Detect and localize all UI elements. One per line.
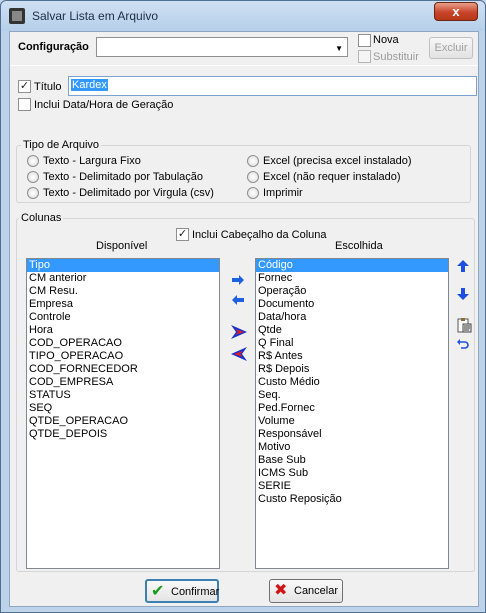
list-item[interactable]: SEQ xyxy=(27,402,219,415)
config-combo[interactable]: ▼ xyxy=(96,37,348,57)
app-icon xyxy=(9,8,25,24)
list-item[interactable]: Base Sub xyxy=(256,454,448,467)
list-item[interactable]: COD_EMPRESA xyxy=(27,376,219,389)
nova-label: Nova xyxy=(373,34,399,46)
radio-excel-instalado[interactable] xyxy=(247,155,259,167)
move-all-left-icon[interactable] xyxy=(230,345,247,361)
nova-checkbox[interactable] xyxy=(358,34,371,47)
list-item[interactable]: R$ Depois xyxy=(256,363,448,376)
undo-icon[interactable] xyxy=(456,338,472,354)
inclui-cabecalho-checkbox[interactable]: ✓ xyxy=(176,228,189,241)
list-item[interactable]: SERIE xyxy=(256,480,448,493)
escolhida-label: Escolhida xyxy=(335,240,383,252)
titulo-checkbox[interactable]: ✓ xyxy=(18,80,31,93)
list-item[interactable]: Qtde xyxy=(256,324,448,337)
move-all-right-icon[interactable] xyxy=(230,323,247,339)
tipo-arquivo-title: Tipo de Arquivo xyxy=(21,139,102,151)
substituir-checkbox[interactable] xyxy=(358,50,371,63)
radio-label-excel-instalado: Excel (precisa excel instalado) xyxy=(263,155,412,167)
list-item[interactable]: R$ Antes xyxy=(256,350,448,363)
list-item[interactable]: Volume xyxy=(256,415,448,428)
inclui-cabecalho-label: Inclui Cabeçalho da Coluna xyxy=(192,229,327,241)
radio-label-texto-csv: Texto - Delimitado por Virgula (csv) xyxy=(43,187,214,199)
titulo-input[interactable]: Kardex xyxy=(68,76,477,96)
list-item[interactable]: Custo Reposição xyxy=(256,493,448,506)
disponivel-label: Disponível xyxy=(96,240,148,252)
chevron-down-icon: ▼ xyxy=(335,44,343,53)
dialog-window: Salvar Lista em Arquivo x Configuração ▼… xyxy=(0,0,486,613)
disponivel-list[interactable]: Tipo CM anterior CM Resu. Empresa Controle Ho… xyxy=(26,258,220,569)
substituir-label: Substituir xyxy=(373,51,419,63)
list-item[interactable]: COD_OPERACAO xyxy=(27,337,219,350)
list-item[interactable]: Fornec xyxy=(256,272,448,285)
list-item[interactable]: QTDE_OPERACAO xyxy=(27,415,219,428)
escolhida-list[interactable]: Código Fornec Operação Documento Data/hora Qt… xyxy=(255,258,449,569)
config-label: Configuração xyxy=(18,41,89,53)
move-down-icon[interactable] xyxy=(456,287,472,303)
titulo-label: Título xyxy=(34,81,62,93)
cancelar-label: Cancelar xyxy=(294,585,339,597)
list-item[interactable]: CM Resu. xyxy=(27,285,219,298)
list-item[interactable]: Responsável xyxy=(256,428,448,441)
list-item[interactable]: Tipo xyxy=(27,259,219,272)
list-item[interactable]: CM anterior xyxy=(27,272,219,285)
close-x-icon: ✖ xyxy=(274,582,288,599)
title-bar[interactable]: Salvar Lista em Arquivo x xyxy=(1,1,485,31)
confirmar-label: Confirmar xyxy=(171,586,220,598)
radio-excel-nao-requer[interactable] xyxy=(247,171,259,183)
checkmark-icon: ✔ xyxy=(151,583,165,600)
clipboard-icon[interactable] xyxy=(456,317,472,333)
list-item[interactable]: Ped.Fornec xyxy=(256,402,448,415)
radio-imprimir[interactable] xyxy=(247,187,259,199)
move-left-icon[interactable] xyxy=(230,292,246,308)
radio-label-texto-tabulacao: Texto - Delimitado por Tabulação xyxy=(43,171,203,183)
list-item[interactable]: COD_FORNECEDOR xyxy=(27,363,219,376)
list-item[interactable]: Data/hora xyxy=(256,311,448,324)
close-button[interactable]: x xyxy=(434,2,478,21)
inclui-data-label: Inclui Data/Hora de Geração xyxy=(34,99,174,111)
colunas-title: Colunas xyxy=(19,212,64,224)
list-item[interactable]: QTDE_DEPOIS xyxy=(27,428,219,441)
dialog-client: Configuração ▼ Nova Substituir Excluir ✓… xyxy=(9,31,479,607)
radio-label-excel-nao-requer: Excel (não requer instalado) xyxy=(263,171,401,183)
separator xyxy=(10,65,478,66)
list-item[interactable]: Operação xyxy=(256,285,448,298)
inclui-data-checkbox[interactable] xyxy=(18,98,31,111)
cancelar-button[interactable]: ✖ Cancelar xyxy=(269,579,343,603)
list-item[interactable]: ICMS Sub xyxy=(256,467,448,480)
radio-label-texto-largura-fixo: Texto - Largura Fixo xyxy=(43,155,141,167)
list-item[interactable]: Hora xyxy=(27,324,219,337)
list-item[interactable]: Custo Médio xyxy=(256,376,448,389)
list-item[interactable]: TIPO_OPERACAO xyxy=(27,350,219,363)
list-item[interactable]: Empresa xyxy=(27,298,219,311)
list-item[interactable]: Q Final xyxy=(256,337,448,350)
radio-texto-csv[interactable] xyxy=(27,187,39,199)
radio-texto-largura-fixo[interactable] xyxy=(27,155,39,167)
excluir-button[interactable]: Excluir xyxy=(429,37,473,59)
list-item[interactable]: Controle xyxy=(27,311,219,324)
confirmar-button[interactable]: ✔ Confirmar xyxy=(145,579,219,603)
list-item[interactable]: Seq. xyxy=(256,389,448,402)
list-item[interactable]: Documento xyxy=(256,298,448,311)
move-right-icon[interactable] xyxy=(230,272,246,288)
list-item[interactable]: STATUS xyxy=(27,389,219,402)
radio-texto-tabulacao[interactable] xyxy=(27,171,39,183)
radio-label-imprimir: Imprimir xyxy=(263,187,303,199)
window-title: Salvar Lista em Arquivo xyxy=(32,9,159,23)
move-up-icon[interactable] xyxy=(456,259,472,275)
list-item[interactable]: Código xyxy=(256,259,448,272)
titulo-input-value: Kardex xyxy=(71,79,108,91)
list-item[interactable]: Motivo xyxy=(256,441,448,454)
